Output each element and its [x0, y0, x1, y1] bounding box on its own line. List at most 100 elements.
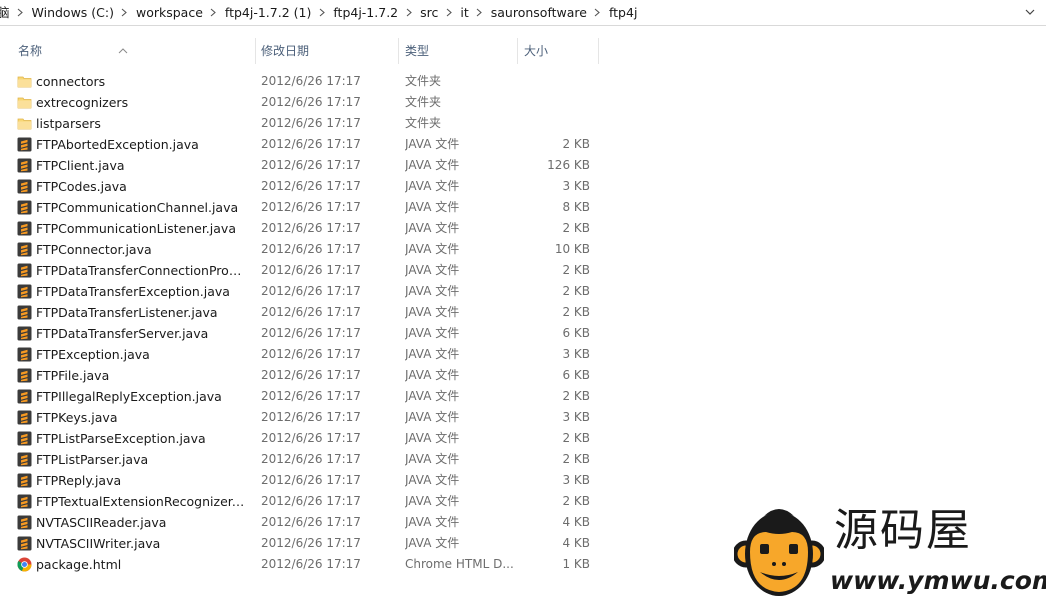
- column-header-name[interactable]: 名称: [0, 38, 256, 64]
- java-file-icon: [17, 179, 32, 194]
- java-file-icon: [17, 410, 32, 425]
- java-file-icon: [17, 284, 32, 299]
- chevron-right-icon[interactable]: [315, 8, 329, 17]
- file-size: 3 KB: [562, 410, 590, 424]
- java-file-icon: [17, 452, 32, 467]
- file-type: JAVA 文件: [405, 158, 460, 172]
- breadcrumb-item[interactable]: sauronsoftware: [487, 0, 591, 25]
- file-type: JAVA 文件: [405, 347, 460, 361]
- file-row[interactable]: NVTASCIIWriter.java 2012/6/26 17:17 JAVA 文…: [0, 533, 620, 554]
- file-row[interactable]: FTPCommunicationChannel.java 2012/6/26 17…: [0, 197, 620, 218]
- file-row[interactable]: FTPCommunicationListener.java 2012/6/26 1…: [0, 218, 620, 239]
- java-file-icon: [17, 137, 32, 152]
- file-name: FTPCodes.java: [36, 179, 127, 194]
- java-file-icon: [17, 221, 32, 236]
- file-date: 2012/6/26 17:17: [261, 536, 361, 550]
- file-type: JAVA 文件: [405, 389, 460, 403]
- file-name: package.html: [36, 557, 122, 572]
- file-type: 文件夹: [405, 95, 442, 109]
- file-type: JAVA 文件: [405, 536, 460, 550]
- java-file-icon: [17, 347, 32, 362]
- chevron-right-icon[interactable]: [591, 8, 605, 17]
- java-file-icon: [17, 536, 32, 551]
- breadcrumb-item[interactable]: ftp4j-1.7.2 (1): [221, 0, 315, 25]
- file-name: NVTASCIIReader.java: [36, 515, 167, 530]
- folder-icon: [17, 116, 32, 131]
- file-row[interactable]: FTPKeys.java 2012/6/26 17:17 JAVA 文件 3 KB: [0, 407, 620, 428]
- file-row[interactable]: FTPListParseException.java 2012/6/26 17:1…: [0, 428, 620, 449]
- file-row[interactable]: FTPListParser.java 2012/6/26 17:17 JAVA 文件…: [0, 449, 620, 470]
- breadcrumb-item[interactable]: 脑: [0, 0, 14, 25]
- address-dropdown-button[interactable]: [1020, 2, 1040, 22]
- chevron-right-icon[interactable]: [14, 8, 28, 17]
- file-date: 2012/6/26 17:17: [261, 557, 361, 571]
- file-size: 2 KB: [562, 284, 590, 298]
- file-row[interactable]: FTPReply.java 2012/6/26 17:17 JAVA 文件 3 KB: [0, 470, 620, 491]
- file-row[interactable]: extrecognizers 2012/6/26 17:17 文件夹: [0, 92, 620, 113]
- breadcrumb-item[interactable]: ftp4j-1.7.2: [329, 0, 402, 25]
- file-row[interactable]: connectors 2012/6/26 17:17 文件夹: [0, 71, 620, 92]
- file-type: JAVA 文件: [405, 431, 460, 445]
- file-row[interactable]: FTPDataTransferConnectionProvid... 2012/6…: [0, 260, 620, 281]
- file-date: 2012/6/26 17:17: [261, 200, 361, 214]
- file-name: FTPReply.java: [36, 473, 122, 488]
- file-date: 2012/6/26 17:17: [261, 263, 361, 277]
- file-size: 6 KB: [562, 368, 590, 382]
- breadcrumb-segment: Windows (C:): [28, 0, 132, 25]
- file-row[interactable]: FTPCodes.java 2012/6/26 17:17 JAVA 文件 3 KB: [0, 176, 620, 197]
- file-size: 2 KB: [562, 431, 590, 445]
- file-type: JAVA 文件: [405, 242, 460, 256]
- file-row[interactable]: FTPAbortedException.java 2012/6/26 17:17 J…: [0, 134, 620, 155]
- column-header-date[interactable]: 修改日期: [256, 38, 399, 64]
- watermark-url-text: www.ymwu.com: [830, 566, 1046, 595]
- file-type: JAVA 文件: [405, 452, 460, 466]
- chevron-right-icon[interactable]: [207, 8, 221, 17]
- file-row[interactable]: FTPDataTransferServer.java 2012/6/26 17:1…: [0, 323, 620, 344]
- chevron-right-icon[interactable]: [473, 8, 487, 17]
- file-row[interactable]: FTPClient.java 2012/6/26 17:17 JAVA 文件 126 …: [0, 155, 620, 176]
- file-type: JAVA 文件: [405, 410, 460, 424]
- breadcrumb-segment: 脑: [0, 0, 28, 25]
- file-row[interactable]: FTPFile.java 2012/6/26 17:17 JAVA 文件 6 KB: [0, 365, 620, 386]
- column-header-type[interactable]: 类型: [399, 38, 518, 64]
- file-date: 2012/6/26 17:17: [261, 284, 361, 298]
- breadcrumb-item[interactable]: workspace: [132, 0, 207, 25]
- file-row[interactable]: FTPDataTransferException.java 2012/6/26 1…: [0, 281, 620, 302]
- column-header-size[interactable]: 大小: [518, 38, 599, 64]
- file-date: 2012/6/26 17:17: [261, 431, 361, 445]
- file-date: 2012/6/26 17:17: [261, 494, 361, 508]
- file-date: 2012/6/26 17:17: [261, 74, 361, 88]
- file-row[interactable]: listparsers 2012/6/26 17:17 文件夹: [0, 113, 620, 134]
- file-date: 2012/6/26 17:17: [261, 179, 361, 193]
- file-size: 2 KB: [562, 305, 590, 319]
- file-size: 2 KB: [562, 452, 590, 466]
- breadcrumb-item[interactable]: Windows (C:): [28, 0, 118, 25]
- breadcrumb-item[interactable]: ftp4j: [605, 0, 641, 25]
- file-row[interactable]: FTPConnector.java 2012/6/26 17:17 JAVA 文件 1…: [0, 239, 620, 260]
- chevron-right-icon[interactable]: [118, 8, 132, 17]
- folder-icon: [17, 74, 32, 89]
- address-bar[interactable]: 脑 Windows (C:) workspace ftp4j-1.7.2 (1) ftp…: [0, 0, 1046, 26]
- column-header-name-label: 名称: [18, 44, 43, 58]
- file-row[interactable]: FTPTextualExtensionRecognizer.java 2012/6…: [0, 491, 620, 512]
- file-row[interactable]: FTPDataTransferListener.java 2012/6/26 17…: [0, 302, 620, 323]
- file-type: 文件夹: [405, 74, 442, 88]
- breadcrumb-segment: ftp4j-1.7.2: [329, 0, 416, 25]
- chevron-right-icon[interactable]: [442, 8, 456, 17]
- file-name: FTPFile.java: [36, 368, 110, 383]
- breadcrumb-segment: ftp4j-1.7.2 (1): [221, 0, 329, 25]
- breadcrumb-segment: workspace: [132, 0, 221, 25]
- file-name: connectors: [36, 74, 106, 89]
- chevron-right-icon[interactable]: [402, 8, 416, 17]
- breadcrumb-segment: ftp4j: [605, 0, 641, 25]
- breadcrumb-item[interactable]: src: [416, 0, 442, 25]
- file-name: FTPIllegalReplyException.java: [36, 389, 222, 404]
- file-row[interactable]: FTPIllegalReplyException.java 2012/6/26 1…: [0, 386, 620, 407]
- file-date: 2012/6/26 17:17: [261, 326, 361, 340]
- file-row[interactable]: package.html 2012/6/26 17:17 Chrome HTML D…: [0, 554, 620, 575]
- sort-ascending-icon: [118, 37, 130, 54]
- breadcrumb-item[interactable]: it: [456, 0, 472, 25]
- file-row[interactable]: FTPException.java 2012/6/26 17:17 JAVA 文件 3…: [0, 344, 620, 365]
- file-row[interactable]: NVTASCIIReader.java 2012/6/26 17:17 JAVA 文…: [0, 512, 620, 533]
- java-file-icon: [17, 158, 32, 173]
